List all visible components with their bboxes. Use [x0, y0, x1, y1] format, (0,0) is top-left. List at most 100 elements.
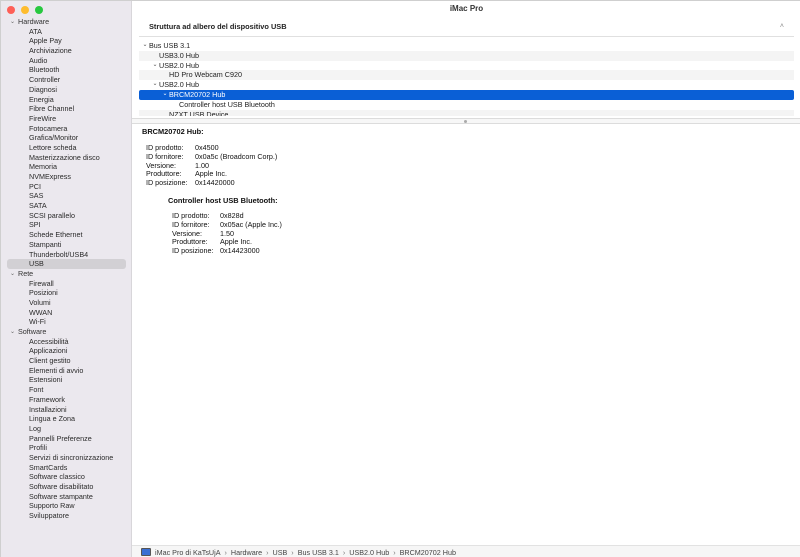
chevron-down-icon[interactable]: ⌄: [141, 41, 149, 51]
sidebar-item[interactable]: Posizioni: [1, 288, 131, 298]
sidebar-item[interactable]: Fibre Channel: [1, 104, 131, 114]
sidebar-item[interactable]: Font: [1, 385, 131, 395]
sidebar-item[interactable]: Software stampante: [1, 492, 131, 502]
chevron-down-icon[interactable]: ⌄: [10, 18, 18, 25]
sidebar-item[interactable]: Lingua e Zona: [1, 414, 131, 424]
path-crumb[interactable]: BRCM20702 Hub: [400, 548, 456, 557]
sidebar-item[interactable]: SPI: [1, 220, 131, 230]
sidebar-item[interactable]: Installazioni: [1, 405, 131, 415]
sidebar-item[interactable]: Supporto Raw: [1, 501, 131, 511]
property-row: ID posizione: 0x14420000: [146, 178, 791, 188]
split-divider[interactable]: [132, 118, 800, 124]
sidebar-item[interactable]: Archiviazione: [1, 46, 131, 56]
sidebar-item[interactable]: Profili: [1, 443, 131, 453]
divider-handle-icon[interactable]: [464, 120, 467, 123]
sidebar-item[interactable]: Wi-Fi: [1, 317, 131, 327]
device-detail: BRCM20702 Hub: ID prodotto: 0x4500 ID forn…: [142, 127, 791, 256]
sidebar-item[interactable]: SmartCards: [1, 463, 131, 473]
window-title: iMac Pro: [449, 4, 484, 13]
window-controls: [7, 6, 43, 14]
sidebar-item[interactable]: SATA: [1, 201, 131, 211]
sidebar-item[interactable]: Firewall: [1, 279, 131, 289]
sidebar-item[interactable]: Thunderbolt/USB4: [1, 250, 131, 260]
child-device-detail: Controller host USB Bluetooth: ID prodot…: [168, 196, 791, 256]
tree-row[interactable]: ⌄ BRCM20702 Hub: [139, 89, 794, 100]
sidebar-item[interactable]: Applicazioni: [1, 346, 131, 356]
sidebar-item[interactable]: Lettore scheda: [1, 143, 131, 153]
tree-row[interactable]: HD Pro Webcam C920: [139, 70, 794, 81]
sidebar-item[interactable]: Estensioni: [1, 375, 131, 385]
sidebar-item[interactable]: Grafica/Monitor: [1, 133, 131, 143]
minimize-button[interactable]: [21, 6, 29, 14]
zoom-button[interactable]: [35, 6, 43, 14]
sidebar-item[interactable]: Software classico: [1, 472, 131, 482]
chevron-up-icon[interactable]: ˄: [780, 23, 784, 30]
sidebar-item[interactable]: SAS: [1, 191, 131, 201]
chevron-down-icon[interactable]: ⌄: [10, 270, 18, 277]
chevron-down-icon[interactable]: ⌄: [161, 90, 169, 100]
sidebar-item[interactable]: Volumi: [1, 298, 131, 308]
path-crumb[interactable]: Bus USB 3.1: [298, 548, 339, 557]
sidebar-item[interactable]: Client gestito: [1, 356, 131, 366]
path-crumb[interactable]: USB: [273, 548, 288, 557]
tree-row-label: Controller host USB Bluetooth: [179, 99, 275, 109]
sidebar-category[interactable]: ⌄ Rete: [1, 269, 131, 279]
usb-device-tree: ⌄ Bus USB 3.1 USB3.0 Hub ⌄ USB2.0 Hub HD Pro …: [139, 41, 794, 116]
child-detail-title: Controller host USB Bluetooth:: [168, 195, 278, 205]
chevron-down-icon[interactable]: ⌄: [10, 328, 18, 335]
sidebar-item[interactable]: Accessibilità: [1, 337, 131, 347]
property-key: ID posizione:: [146, 178, 188, 188]
property-row: ID fornitore: 0x0a5c (Broadcom Corp.): [146, 152, 791, 162]
sidebar-item[interactable]: Audio: [1, 56, 131, 66]
sidebar-item[interactable]: WWAN: [1, 308, 131, 318]
sidebar-tree: ⌄ Hardware ATA Apple Pay Archiviazione Audio B…: [1, 17, 131, 521]
sidebar-category[interactable]: ⌄ Software: [1, 327, 131, 337]
sidebar-item[interactable]: Diagnosi: [1, 85, 131, 95]
chevron-down-icon[interactable]: ⌄: [151, 80, 159, 90]
sidebar-item[interactable]: Elementi di avvio: [1, 366, 131, 376]
sidebar-item[interactable]: Framework: [1, 395, 131, 405]
path-crumb[interactable]: Hardware: [231, 548, 262, 557]
sidebar-item[interactable]: USB: [7, 259, 126, 269]
sidebar-item[interactable]: Controller: [1, 75, 131, 85]
sidebar-item[interactable]: Bluetooth: [1, 65, 131, 75]
sidebar-category[interactable]: ⌄ Hardware: [1, 17, 131, 27]
sidebar-item[interactable]: Masterizzazione disco: [1, 153, 131, 163]
sidebar-item[interactable]: Pannelli Preferenze: [1, 434, 131, 444]
path-separator: ›: [393, 547, 396, 557]
sidebar-item[interactable]: Memoria: [1, 162, 131, 172]
tree-row[interactable]: NZXT USB Device: [139, 109, 794, 116]
tree-row[interactable]: USB3.0 Hub: [139, 50, 794, 61]
sidebar-item[interactable]: Sviluppatore: [1, 511, 131, 521]
path-crumb[interactable]: iMac Pro di KaTsUjA: [155, 548, 221, 557]
sidebar-item[interactable]: ATA: [1, 27, 131, 37]
sidebar-item[interactable]: Schede Ethernet: [1, 230, 131, 240]
sidebar-item[interactable]: Apple Pay: [1, 36, 131, 46]
tree-row[interactable]: ⌄ USB2.0 Hub: [139, 80, 794, 90]
app-window: ⌄ Hardware ATA Apple Pay Archiviazione Audio B…: [0, 0, 800, 557]
detail-title: BRCM20702 Hub:: [142, 127, 204, 136]
property-value: 0x14423000: [220, 246, 260, 256]
tree-row-label: Bus USB 3.1: [149, 41, 191, 50]
close-button[interactable]: [7, 6, 15, 14]
sidebar-item[interactable]: Software disabilitato: [1, 482, 131, 492]
sidebar-item[interactable]: SCSI parallelo: [1, 211, 131, 221]
sidebar-item[interactable]: Servizi di sincronizzazione: [1, 453, 131, 463]
tree-row[interactable]: Controller host USB Bluetooth: [139, 100, 794, 110]
sidebar-item[interactable]: PCI: [1, 182, 131, 192]
sidebar-item[interactable]: FireWire: [1, 114, 131, 124]
property-row: ID fornitore: 0x05ac (Apple Inc.): [172, 220, 791, 230]
chevron-down-icon[interactable]: ⌄: [151, 61, 159, 71]
path-separator: ›: [224, 547, 227, 557]
path-crumb[interactable]: USB2.0 Hub: [349, 548, 389, 557]
tree-row[interactable]: ⌄ Bus USB 3.1: [139, 41, 794, 51]
usb-tree-header[interactable]: Struttura ad albero del dispositivo USB …: [139, 16, 794, 37]
sidebar-item[interactable]: NVMExpress: [1, 172, 131, 182]
tree-row-label: BRCM20702 Hub: [169, 89, 226, 99]
sidebar-item[interactable]: Stampanti: [1, 240, 131, 250]
tree-row[interactable]: ⌄ USB2.0 Hub: [139, 61, 794, 71]
sidebar-item[interactable]: Log: [1, 424, 131, 434]
path-separator: ›: [266, 547, 269, 557]
sidebar-item[interactable]: Energia: [1, 95, 131, 105]
sidebar-item[interactable]: Fotocamera: [1, 124, 131, 134]
